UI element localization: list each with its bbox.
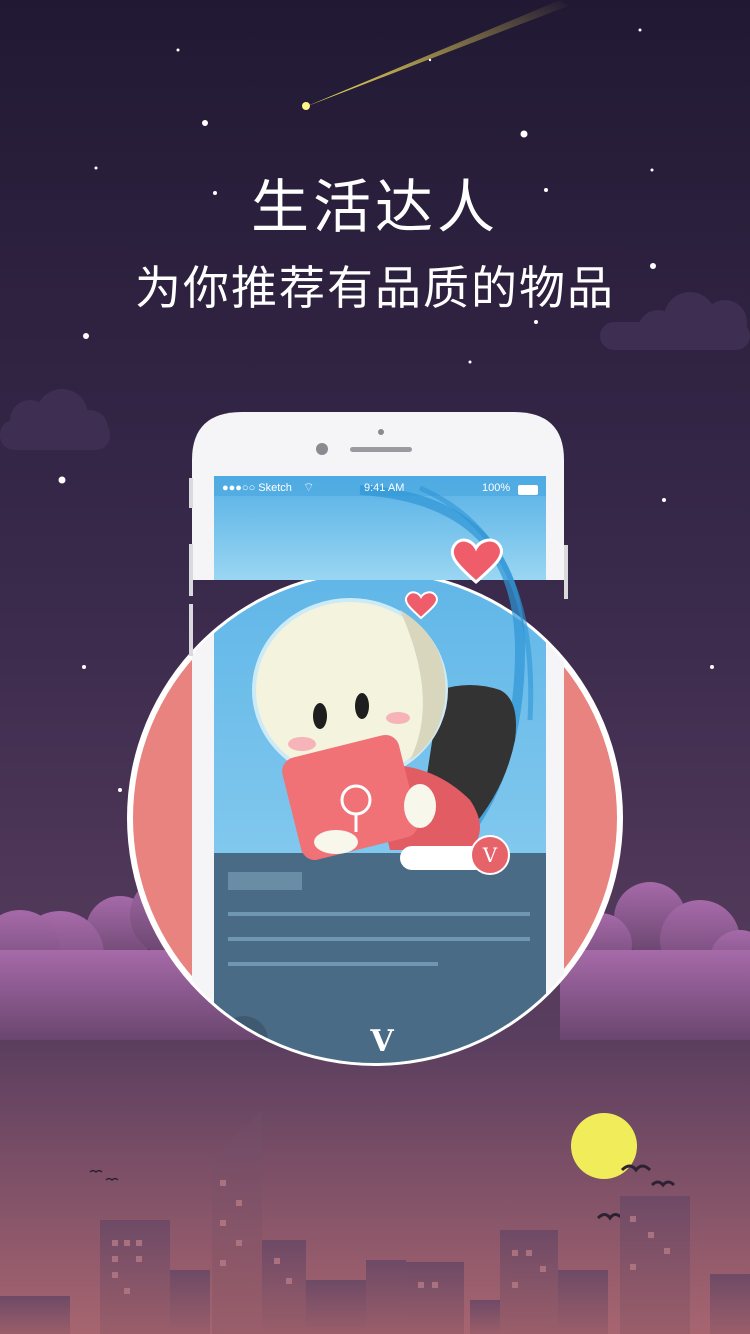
phone-mockup <box>189 412 568 1063</box>
bottom-logo: V <box>362 1024 402 1059</box>
moon <box>571 1113 637 1179</box>
page-subtitle: 为你推荐有品质的物品 <box>135 261 615 315</box>
meteor-head <box>302 102 310 110</box>
avatar-badge-letter: V <box>482 843 498 867</box>
avatar-badge[interactable]: V <box>470 835 510 875</box>
page-title: 生活达人 <box>250 173 499 241</box>
bottom-logo-letter: V <box>370 1024 394 1059</box>
wifi-icon: ⌔ <box>303 480 315 494</box>
status-battery: 100% <box>482 482 511 494</box>
status-time: 9:41 AM <box>364 482 405 494</box>
battery-icon <box>518 485 538 495</box>
status-carrier: ●●●○○ Sketch <box>222 482 292 494</box>
